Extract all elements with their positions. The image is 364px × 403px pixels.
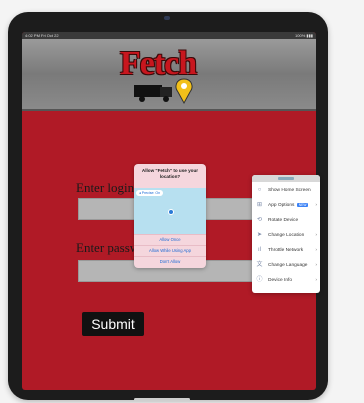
chevron-right-icon: › (315, 233, 317, 238)
dont-allow-button[interactable]: Don't Allow (134, 256, 206, 267)
app-header: Fetch (22, 39, 316, 111)
alert-title: Allow "Fetch" to use your location? (141, 168, 199, 179)
location-arrow-icon: ➤ (256, 232, 263, 238)
new-badge: NEW (296, 203, 309, 207)
location-dot-icon (168, 209, 174, 215)
show-home-screen-item[interactable]: ○ Show Home Screen (252, 183, 320, 198)
side-menu-handle[interactable] (252, 175, 320, 182)
home-icon: ○ (257, 187, 262, 193)
simulator-side-menu: ○ Show Home Screen ⊞ App Options NEW › ⟲… (252, 175, 320, 293)
status-time: 4:02 PM Fri Oct 22 (25, 33, 59, 38)
allow-while-using-button[interactable]: Allow While Using App (134, 245, 206, 256)
chevron-right-icon: › (315, 278, 317, 283)
status-bar: 4:02 PM Fri Oct 22 100% ▮▮▮ (22, 32, 316, 39)
submit-button[interactable]: Submit (82, 312, 144, 336)
status-battery: 100% ▮▮▮ (295, 33, 313, 38)
info-icon: ⓘ (256, 277, 263, 283)
device-info-item[interactable]: ⓘ Device Info › (252, 273, 320, 288)
rotate-icon: ⟲ (256, 217, 263, 223)
rotate-device-item[interactable]: ⟲ Rotate Device (252, 213, 320, 228)
signal-icon: ıl (258, 247, 261, 253)
login-label: Enter login (76, 180, 135, 195)
throttle-network-item[interactable]: ıl Throttle Network › (252, 243, 320, 258)
change-location-item[interactable]: ➤ Change Location › (252, 228, 320, 243)
location-permission-alert: Allow "Fetch" to use your location? ◂ Pr… (134, 164, 206, 268)
allow-once-button[interactable]: Allow Once (134, 234, 206, 245)
chevron-right-icon: › (315, 248, 317, 253)
app-options-item[interactable]: ⊞ App Options NEW › (252, 198, 320, 213)
change-language-item[interactable]: 文 Change Language › (252, 258, 320, 273)
grid-icon: ⊞ (256, 202, 263, 208)
home-indicator (134, 398, 190, 401)
chevron-right-icon: › (315, 203, 317, 208)
alert-map: ◂ Precise: On (134, 188, 206, 234)
chevron-right-icon: › (315, 263, 317, 268)
truck-pin-icon (134, 78, 193, 105)
camera-dot (164, 16, 170, 20)
language-icon: 文 (256, 262, 263, 268)
precise-toggle[interactable]: ◂ Precise: On (136, 190, 164, 196)
